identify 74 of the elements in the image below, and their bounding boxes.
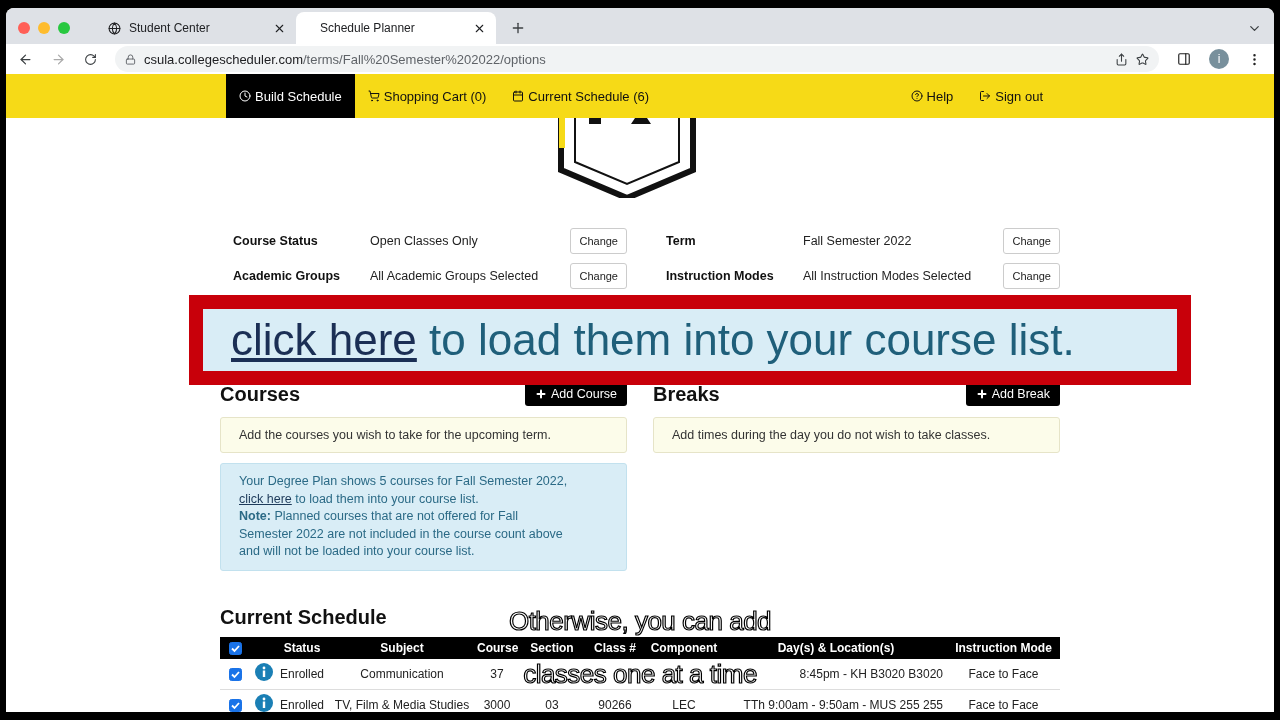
share-icon[interactable] — [1115, 52, 1128, 66]
tab-title: Student Center — [129, 21, 211, 35]
help-icon — [910, 90, 923, 102]
option-label: Academic Groups — [233, 269, 341, 283]
click-here-link[interactable]: click here — [239, 491, 292, 506]
table-cell: Face to Face — [947, 689, 1060, 712]
lock-icon — [125, 53, 136, 65]
nav-link[interactable]: Shopping Cart (0) — [354, 74, 500, 118]
nav-link[interactable]: Current Schedule (6) — [499, 74, 663, 118]
option-value: Open Classes Only — [370, 234, 479, 248]
url-text: csula.collegescheduler.com/terms/Fall%20Semester%202022/options — [144, 51, 547, 67]
table-cell: Enrolled — [277, 689, 327, 712]
column-header: Course — [477, 636, 517, 659]
info-icon[interactable] — [254, 663, 273, 681]
column-header: Class # — [587, 636, 643, 659]
side-panel-icon[interactable] — [1177, 52, 1191, 66]
section-title: Current Schedule — [220, 605, 387, 629]
column-header: Component — [643, 636, 725, 659]
nav-link[interactable]: Help — [897, 74, 967, 118]
back-icon[interactable] — [18, 51, 33, 67]
nav-link[interactable]: Build Schedule — [226, 74, 355, 118]
section-title: Courses — [220, 382, 301, 406]
info-icon[interactable] — [254, 694, 273, 712]
new-tab-icon[interactable] — [510, 20, 526, 36]
column-header: Status — [277, 636, 327, 659]
video-caption: Otherwise, you can add — [508, 607, 772, 635]
option-label: Course Status — [233, 234, 319, 248]
change-button[interactable]: Change — [1003, 228, 1060, 254]
change-button[interactable]: Change — [570, 263, 627, 289]
table-cell: Enrolled — [277, 658, 327, 689]
table-cell: 03 — [517, 689, 587, 712]
click-here-link[interactable]: click here — [231, 315, 417, 364]
plus-icon — [535, 388, 547, 400]
bookmark-star-icon[interactable] — [1136, 52, 1149, 66]
browser-tab[interactable]: Student Center — [96, 12, 296, 44]
column-header: Instruction Mode — [947, 636, 1060, 659]
column-header: Subject — [327, 636, 477, 659]
globe-icon — [108, 21, 121, 35]
option-value: Fall Semester 2022 — [803, 234, 913, 248]
hint-message: Add times during the day you do not wish to take classes. — [653, 417, 1060, 453]
nav-link[interactable]: Sign out — [966, 74, 1056, 118]
option-label: Term — [666, 234, 697, 248]
checkbox[interactable] — [228, 667, 242, 681]
table-cell: 90266 — [587, 689, 643, 712]
browser-tab[interactable]: Schedule Planner — [296, 12, 496, 44]
cart-icon — [367, 90, 380, 102]
table-cell: Communication — [327, 658, 477, 689]
sign-out-icon — [979, 90, 992, 102]
change-button[interactable]: Change — [570, 228, 627, 254]
column-header: Section — [517, 636, 587, 659]
checkbox[interactable] — [228, 698, 242, 712]
tab-title: Schedule Planner — [320, 21, 416, 35]
column-header: Day(s) & Location(s) — [725, 636, 947, 659]
plus-icon — [975, 388, 988, 400]
checkbox[interactable] — [228, 641, 242, 655]
option-value: All Academic Groups Selected — [370, 269, 540, 283]
table-cell: TTh 9:00am - 9:50am - MUS 255 255 — [725, 689, 947, 712]
video-caption: classes one at a time — [523, 660, 757, 688]
callout-text: click here to load them into your course list. — [203, 309, 1177, 371]
option-value: All Instruction Modes Selected — [803, 269, 973, 283]
section-title: Breaks — [653, 382, 720, 406]
table-cell: LEC — [643, 689, 725, 712]
clock-icon — [239, 90, 251, 102]
degree-plan-notice: Your Degree Plan shows 5 courses for Fall Semester 2022, click here to load them into your course list. Note: Planned courses that are not offered for Fall Semester 2022 are not included in the course count above and will not be loaded into your course list. — [220, 463, 627, 571]
table-cell: 37 — [477, 658, 517, 689]
table-cell: TV, Film & Media Studies — [327, 689, 477, 712]
calendar-icon — [512, 90, 525, 102]
address-bar[interactable]: csula.collegescheduler.com/terms/Fall%20Semester%202022/options — [115, 46, 1159, 72]
option-label: Instruction Modes — [666, 269, 775, 283]
table-cell: 3000 — [477, 689, 517, 712]
table-cell: Face to Face — [947, 658, 1060, 689]
hint-message: Add the courses you wish to take for the upcoming term. — [220, 417, 627, 453]
reload-icon[interactable] — [84, 52, 97, 66]
change-button[interactable]: Change — [1003, 263, 1060, 289]
